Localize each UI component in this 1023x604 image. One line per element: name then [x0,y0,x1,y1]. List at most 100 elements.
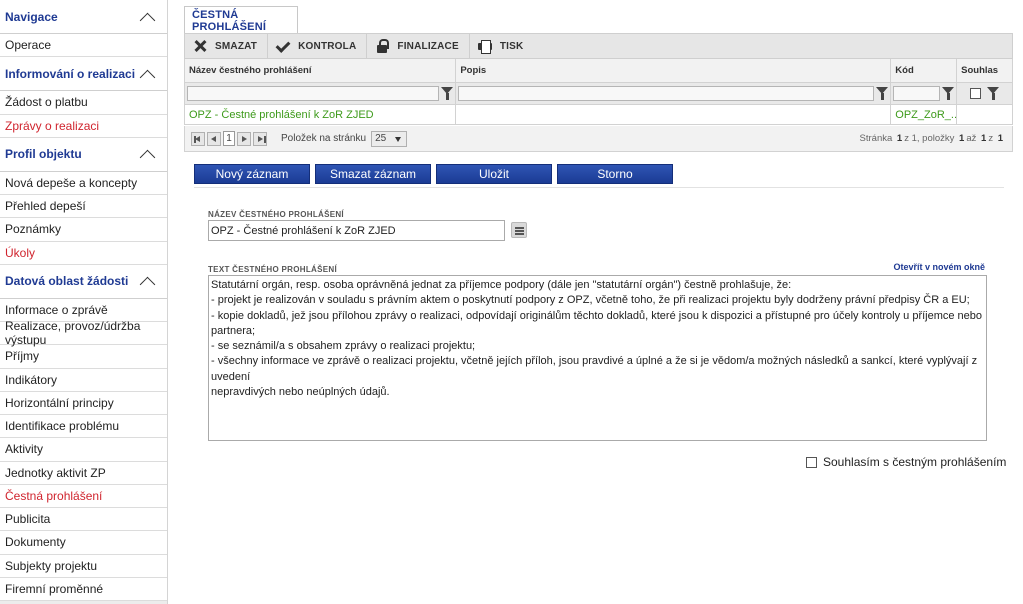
filter-icon[interactable] [441,87,454,100]
open-in-new-window-link[interactable]: Otevřít v novém okně [893,262,985,272]
sidebar-label: Indikátory [5,372,58,387]
cancel-button[interactable]: Storno [557,164,673,184]
declaration-text-line: - projekt je realizován v souladu s práv… [211,294,970,307]
sidebar-item-jednotky-aktivit-zp[interactable]: Jednotky aktivit ZP [0,462,167,485]
toolbar: SMAZAT KONTROLA FINALIZACE TISK [184,33,1013,59]
page-size-label: Položek na stránku [281,133,367,144]
column-header-name[interactable]: Název čestného prohlášení [185,59,457,82]
finalize-toolbar-label: FINALIZACE [397,40,459,52]
cell-agree [957,105,1012,124]
chevron-up-icon[interactable] [139,276,156,293]
declaration-form: Nový záznam Smazat záznam Uložit Storno … [184,152,1013,604]
declaration-text-line: nepravdivých nebo neúplných údajů. [211,386,390,399]
agree-checkbox[interactable] [806,456,817,468]
sidebar-item-dokumenty[interactable]: Dokumenty [0,531,167,555]
sidebar-item-poznamky[interactable]: Poznámky [0,218,167,242]
sidebar-item-prijmy[interactable]: Příjmy [0,345,167,369]
sidebar-item-nova-depese-a-koncepty[interactable]: Nová depeše a koncepty [0,172,167,195]
sidebar-item-identifikace-problemu[interactable]: Identifikace problému [0,415,167,439]
sidebar-label: Poznámky [5,222,62,237]
delete-toolbar-button[interactable]: SMAZAT [185,34,269,58]
sidebar-item-subjekty-projektu[interactable]: Subjekty projektu [0,555,167,578]
column-header-description[interactable]: Popis [456,59,892,82]
sidebar-item-realizace-provoz-udrzba-vystupu[interactable]: Realizace, provoz/údržba výstupu [0,319,167,347]
sidebar-label: Horizontální principy [5,395,114,410]
close-icon [193,39,207,53]
first-page-icon[interactable] [191,131,205,146]
divider [194,187,1004,188]
tab-cestna-prohlaseni[interactable]: ČESTNÁ PROHLÁŠENÍ [184,6,298,34]
filter-name-input[interactable] [187,86,440,101]
current-page-input[interactable]: 1 [223,131,235,146]
check-toolbar-button[interactable]: KONTROLA [268,34,368,58]
finalize-toolbar-button[interactable]: FINALIZACE [367,34,470,58]
sidebar-label: Aktivity [5,442,44,457]
sidebar-label: Jednotky aktivit ZP [5,465,106,480]
sidebar-label: Profil objektu [5,147,82,162]
pager: 1 Položek na stránku 25 Stránka 1z 1, po… [184,126,1013,152]
new-record-button[interactable]: Nový záznam [194,164,310,184]
delete-toolbar-label: SMAZAT [215,40,258,52]
print-toolbar-button[interactable]: TISK [470,34,534,58]
filter-icon[interactable] [942,87,955,100]
cell-description [456,105,892,124]
page-size-select[interactable]: 25 [371,130,408,147]
previous-page-icon[interactable] [207,131,221,146]
pager-info-prefix: Stránka [859,132,893,144]
filter-cell-description [456,83,892,104]
table-row[interactable]: OPZ - Čestné prohlášení k ZoR ZJED OPZ_Z… [184,105,1013,125]
pager-page: 1 [896,132,903,144]
sidebar-item-aktivity[interactable]: Aktivity [0,438,167,462]
sidebar-label: Nová depeše a koncepty [5,175,138,190]
declaration-text-area[interactable]: Statutární orgán, resp. osoba oprávněná … [208,275,987,441]
sidebar-item-horizontalni-principy[interactable]: Horizontální principy [0,392,167,415]
sidebar-item-prehled-depesi[interactable]: Přehled depeší [0,195,167,219]
chevron-up-icon[interactable] [139,69,156,86]
printer-icon [477,39,492,54]
sidebar-section-profil-objektu[interactable]: Profil objektu [0,137,167,172]
sidebar-item-publicita[interactable]: Publicita [0,508,167,532]
sidebar-item-ukoly[interactable]: Úkoly [0,242,167,265]
column-header-code[interactable]: Kód [891,59,958,82]
next-page-icon[interactable] [237,131,251,146]
sidebar-item-operace[interactable]: Operace [0,34,167,58]
sidebar-label: Zprávy o realizaci [5,118,100,133]
pager-info-of: z [904,132,909,144]
sidebar-section-informovani-o-realizaci[interactable]: Informování o realizaci [0,57,167,92]
sidebar-item-zadost-o-platbu[interactable]: Žádost o platbu [0,91,167,115]
sidebar-item-indikatory[interactable]: Indikátory [0,369,167,392]
declaration-text-line: Statutární orgán, resp. osoba oprávněná … [211,279,792,291]
sidebar-label: Čestná prohlášení [5,488,103,503]
chevron-up-icon[interactable] [139,12,156,28]
agree-label: Souhlasím s čestným prohlášením [823,455,1007,469]
sidebar-section-navigace[interactable]: Navigace [0,0,167,34]
sidebar-label: Subjekty projektu [5,558,98,573]
sidebar-label: Dokumenty [5,535,66,550]
filter-icon[interactable] [876,87,889,100]
filter-code-input[interactable] [893,86,941,101]
filter-icon[interactable] [987,87,1000,100]
filter-agree-checkbox[interactable] [970,88,982,99]
filter-cell-name [185,83,457,104]
last-page-icon[interactable] [253,131,267,146]
list-icon[interactable] [511,222,527,238]
declaration-text-line: - kopie dokladů, jež jsou přílohou zpráv… [211,309,983,337]
sidebar-label: Navigace [5,9,58,24]
chevron-up-icon[interactable] [139,149,156,166]
sidebar-label: Příjmy [5,349,39,364]
agree-checkbox-row[interactable]: Souhlasím s čestným prohlášením [806,455,1006,469]
filter-cell-agree [957,83,1012,104]
sidebar-label: Žádost o platbu [5,95,88,110]
column-header-agree[interactable]: Souhlas [957,59,1012,82]
pager-info: Stránka 1z 1, položky 1 až 1z 1 [860,126,1005,150]
sidebar-section-datova-oblast-zadosti[interactable]: Datová oblast žádosti [0,264,167,299]
sidebar-item-firemni-promenne[interactable]: Firemní proměnné [0,578,167,601]
delete-record-button[interactable]: Smazat záznam [315,164,431,184]
sidebar-item-cestna-prohlaseni[interactable]: Čestná prohlášení [0,485,167,508]
sidebar-navigation: Navigace Operace Informování o realizaci Žá… [0,0,168,604]
sidebar-item-zpravy-o-realizaci[interactable]: Zprávy o realizaci [0,115,167,138]
cell-name: OPZ - Čestné prohlášení k ZoR ZJED [185,105,457,124]
declaration-name-field[interactable]: OPZ - Čestné prohlášení k ZoR ZJED [208,220,505,241]
filter-description-input[interactable] [458,86,875,101]
save-button[interactable]: Uložit [436,164,552,184]
